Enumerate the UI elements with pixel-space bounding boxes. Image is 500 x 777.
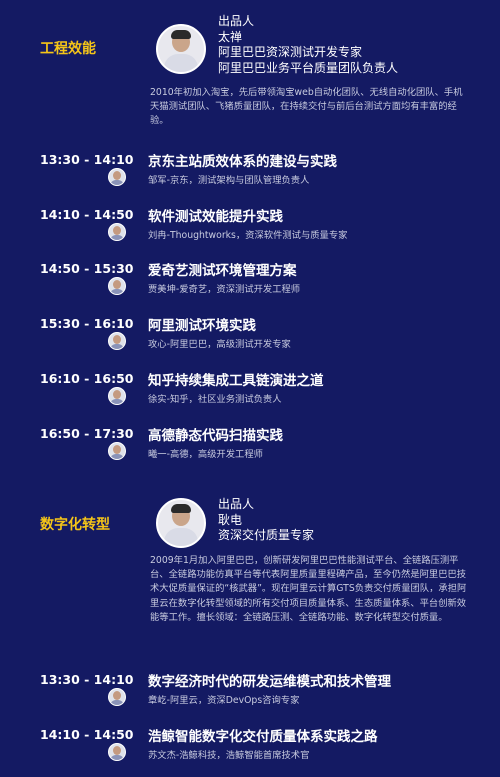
session-speaker: 刘冉-Thoughtworks，资深软件测试与质量专家 <box>148 230 348 241</box>
session-time: 13:30 - 14:10 <box>40 672 134 687</box>
producer-bio: 2009年1月加入阿里巴巴，创新研发阿里巴巴性能测试平台、全链路压测平台、全链路… <box>150 555 467 623</box>
speaker-avatar <box>108 688 126 706</box>
producer-info: 出品人 耿电 资深交付质量专家 <box>218 497 314 544</box>
session-title: 京东主站质效体系的建设与实践 <box>148 154 337 170</box>
session-speaker: 曦一-高德，高级开发工程师 <box>148 449 263 460</box>
section-title: 工程效能 <box>40 41 96 57</box>
speaker-avatar <box>108 223 126 241</box>
session-speaker: 徐实-知乎，社区业务测试负责人 <box>148 394 282 405</box>
speaker-avatar <box>108 332 126 350</box>
session-title: 软件测试效能提升实践 <box>148 209 283 225</box>
session-speaker: 邹军-京东，测试架构与团队管理负责人 <box>148 175 310 186</box>
session-time: 13:30 - 14:10 <box>40 152 134 167</box>
session-time: 14:10 - 14:50 <box>40 727 134 742</box>
producer-name: 耿电 <box>218 512 243 527</box>
producer-title: 资深交付质量专家 <box>218 528 315 542</box>
speaker-avatar <box>108 168 126 186</box>
session-row: 15:30 - 16:10 阿里测试环境实践 攻心-阿里巴巴，高级测试开发专家 <box>0 316 500 356</box>
session-title: 高德静态代码扫描实践 <box>148 428 283 444</box>
session-time: 16:10 - 16:50 <box>40 371 134 386</box>
session-title: 数字经济时代的研发运维模式和技术管理 <box>148 674 391 690</box>
session-title: 爱奇艺测试环境管理方案 <box>148 263 297 279</box>
session-speaker: 攻心-阿里巴巴，高级测试开发专家 <box>148 339 291 350</box>
producer-name: 太禅 <box>218 29 243 44</box>
session-row: 13:30 - 14:10 京东主站质效体系的建设与实践 邹军-京东，测试架构与… <box>0 152 500 192</box>
session-speaker: 贾美坤-爱奇艺，资深测试开发工程师 <box>148 284 301 295</box>
session-row: 16:10 - 16:50 知乎持续集成工具链演进之道 徐实-知乎，社区业务测试… <box>0 371 500 411</box>
session-speaker: 苏文杰-浩鲸科技，浩鲸智能首席技术官 <box>148 750 310 761</box>
session-time: 16:50 - 17:30 <box>40 426 134 441</box>
producer-title: 阿里巴巴资深测试开发专家 <box>218 45 363 59</box>
session-row: 16:50 - 17:30 高德静态代码扫描实践 曦一-高德，高级开发工程师 <box>0 426 500 466</box>
speaker-avatar <box>108 442 126 460</box>
session-time: 14:10 - 14:50 <box>40 207 134 222</box>
session-speaker: 章屹-阿里云，资深DevOps咨询专家 <box>148 695 300 706</box>
producer-avatar <box>156 498 206 548</box>
producer-info: 出品人 太禅 阿里巴巴资深测试开发专家 阿里巴巴业务平台质量团队负责人 <box>218 14 398 76</box>
session-row: 13:30 - 14:10 数字经济时代的研发运维模式和技术管理 章屹-阿里云，… <box>0 672 500 712</box>
producer-bio: 2010年初加入淘宝，先后带领淘宝web自动化团队、无线自动化团队、手机天猫测试… <box>150 87 463 127</box>
session-row: 14:10 - 14:50 浩鲸智能数字化交付质量体系实践之路 苏文杰-浩鲸科技… <box>0 727 500 767</box>
session-title: 阿里测试环境实践 <box>148 318 256 334</box>
session-time: 14:50 - 15:30 <box>40 261 134 276</box>
session-row: 14:10 - 14:50 软件测试效能提升实践 刘冉-Thoughtworks… <box>0 207 500 247</box>
session-title: 知乎持续集成工具链演进之道 <box>148 373 324 389</box>
speaker-avatar <box>108 277 126 295</box>
producer-label: 出品人 <box>218 14 255 28</box>
producer-title: 阿里巴巴业务平台质量团队负责人 <box>218 60 399 75</box>
session-time: 15:30 - 16:10 <box>40 316 134 331</box>
producer-avatar <box>156 24 206 74</box>
session-title: 浩鲸智能数字化交付质量体系实践之路 <box>148 729 378 745</box>
speaker-avatar <box>108 387 126 405</box>
speaker-avatar <box>108 743 126 761</box>
section-title: 数字化转型 <box>40 517 110 533</box>
producer-label: 出品人 <box>218 497 255 511</box>
session-row: 14:50 - 15:30 爱奇艺测试环境管理方案 贾美坤-爱奇艺，资深测试开发… <box>0 261 500 301</box>
